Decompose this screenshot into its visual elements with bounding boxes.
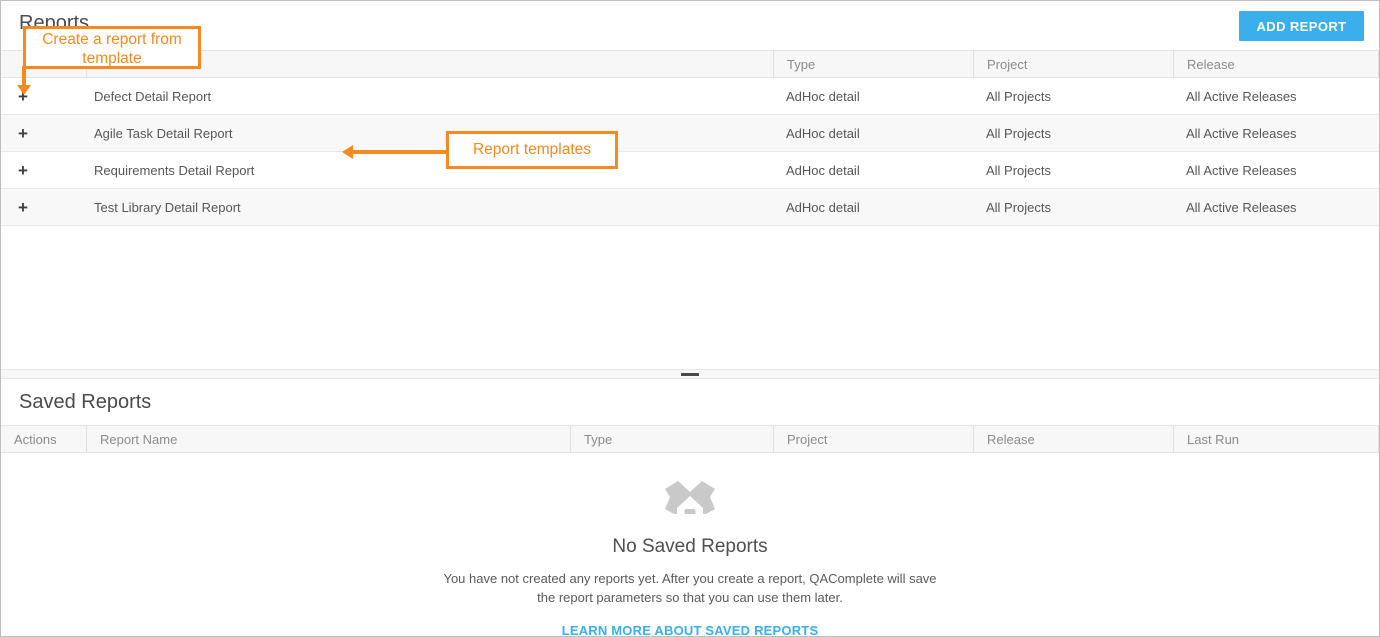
saved-header-last-run[interactable]: Last Run	[1173, 426, 1379, 452]
template-report-type: AdHoc detail	[786, 199, 860, 215]
templates-table-empty-area	[1, 226, 1379, 369]
annotation-arrow-down-head-icon	[17, 85, 31, 95]
saved-header-release[interactable]: Release	[973, 426, 1173, 452]
template-report-release: All Active Releases	[1186, 88, 1297, 104]
template-report-project: All Projects	[986, 162, 1052, 178]
template-row-requirements-detail[interactable]: + Requirements Detail Report AdHoc detai…	[1, 152, 1379, 189]
template-row-defect-detail[interactable]: + Defect Detail Report AdHoc detail All …	[1, 78, 1379, 115]
saved-header-project[interactable]: Project	[773, 426, 973, 452]
reports-page: Reports ADD REPORT Type Project Release …	[0, 0, 1380, 637]
saved-reports-title: Saved Reports	[19, 390, 152, 413]
template-report-release: All Active Releases	[1186, 162, 1297, 178]
empty-state-message-line2: the report parameters so that you can us…	[537, 590, 843, 605]
template-report-project: All Projects	[986, 199, 1052, 215]
saved-reports-title-bar: Saved Reports	[1, 379, 1379, 425]
templates-table-header: Type Project Release	[1, 50, 1379, 78]
template-row-agile-task-detail[interactable]: + Agile Task Detail Report AdHoc detail …	[1, 115, 1379, 152]
template-report-type: AdHoc detail	[786, 125, 860, 141]
saved-header-report-name[interactable]: Report Name	[86, 426, 570, 452]
no-saved-reports-empty-state: No Saved Reports You have not created an…	[1, 480, 1379, 636]
template-report-project: All Projects	[986, 125, 1052, 141]
templates-header-project[interactable]: Project	[973, 51, 1173, 77]
template-report-name: Test Library Detail Report	[94, 199, 241, 215]
template-report-name: Defect Detail Report	[94, 88, 212, 104]
splitter-drag-handle-icon[interactable]	[681, 372, 699, 376]
template-row-test-library-detail[interactable]: + Test Library Detail Report AdHoc detai…	[1, 189, 1379, 226]
annotation-arrow-left-line	[353, 150, 447, 154]
add-from-template-icon[interactable]: +	[18, 199, 28, 216]
add-from-template-icon[interactable]: +	[18, 125, 28, 142]
pane-splitter[interactable]	[1, 369, 1379, 379]
template-report-name: Requirements Detail Report	[94, 162, 255, 178]
template-report-release: All Active Releases	[1186, 199, 1297, 215]
template-report-type: AdHoc detail	[786, 162, 860, 178]
annotation-arrow-down-line	[22, 66, 26, 86]
add-report-button[interactable]: ADD REPORT	[1239, 11, 1364, 41]
saved-header-type[interactable]: Type	[570, 426, 773, 452]
reports-header-bar: Reports ADD REPORT	[1, 1, 1379, 50]
empty-state-title: No Saved Reports	[612, 536, 768, 557]
template-report-project: All Projects	[986, 88, 1052, 104]
annotation-arrow-left-head-icon	[342, 145, 353, 159]
add-from-template-icon[interactable]: +	[18, 162, 28, 179]
template-report-release: All Active Releases	[1186, 125, 1297, 141]
template-report-type: AdHoc detail	[786, 88, 860, 104]
templates-header-type[interactable]: Type	[773, 51, 973, 77]
learn-more-saved-reports-link[interactable]: LEARN MORE ABOUT SAVED REPORTS	[562, 623, 819, 636]
no-saved-reports-building-icon	[1, 480, 1379, 519]
annotation-create-report-from-template: Create a report from template	[23, 26, 201, 69]
saved-reports-table-header: Actions Report Name Type Project Release…	[1, 425, 1379, 453]
annotation-report-templates: Report templates	[446, 131, 618, 169]
template-report-name: Agile Task Detail Report	[94, 125, 233, 141]
saved-header-actions[interactable]: Actions	[1, 426, 86, 452]
templates-header-release[interactable]: Release	[1173, 51, 1379, 77]
empty-state-message-line1: You have not created any reports yet. Af…	[443, 571, 937, 586]
